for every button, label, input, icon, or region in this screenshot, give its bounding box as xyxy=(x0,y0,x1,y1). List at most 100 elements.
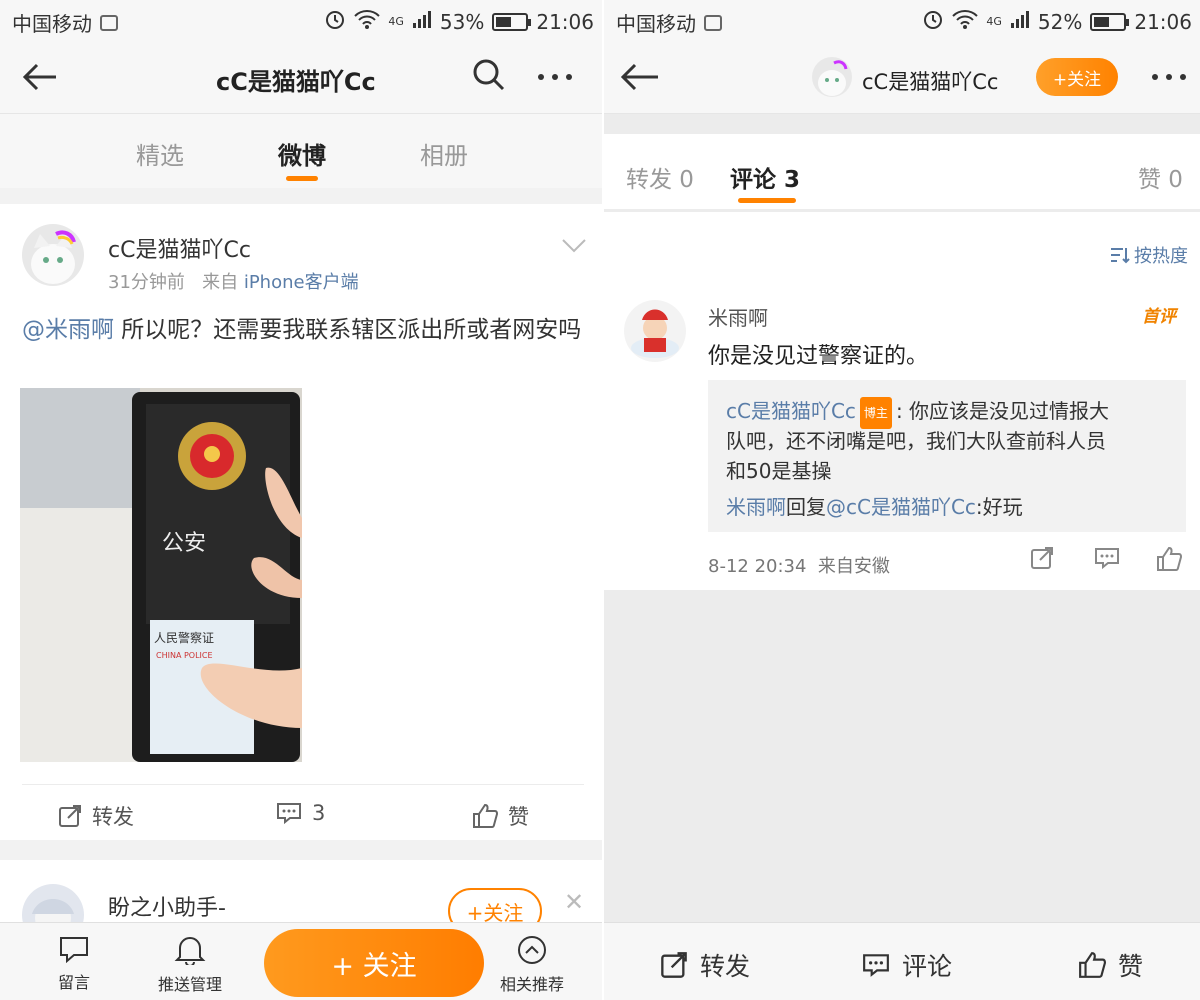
more-icon[interactable] xyxy=(538,74,572,80)
post-actions: 转发 3 赞 xyxy=(22,784,584,840)
like-button[interactable]: 赞 xyxy=(472,801,529,831)
comment-icon xyxy=(863,954,889,977)
sort-label: 按热度 xyxy=(1134,246,1188,267)
bottom-bar: 留言 推送管理 + 关注 相关推荐 xyxy=(0,922,602,1000)
page-title: cC是猫猫吖Cc xyxy=(216,68,376,96)
reply2-user[interactable]: 米雨啊 xyxy=(726,495,786,519)
search-icon[interactable] xyxy=(472,58,506,96)
card-sub-text: CHINA POLICE xyxy=(156,651,213,660)
comment-like-icon[interactable] xyxy=(1156,546,1183,576)
bell-icon xyxy=(174,937,206,965)
like-label: 赞 xyxy=(508,805,529,829)
message-label: 留言 xyxy=(58,973,91,992)
host-badge: 博主 xyxy=(859,396,892,429)
clock: 21:06 xyxy=(536,9,594,34)
comment-text: 你是没见过警察证的。 xyxy=(708,344,929,369)
share-icon xyxy=(661,952,687,978)
right-screen: 中国移动 4G 52% 21:06 cC是猫猫吖Cc +关注 转发 0 评论 3… xyxy=(604,0,1200,1000)
badge-text: 公安 xyxy=(162,531,206,556)
tab-comment[interactable]: 评论 3 xyxy=(730,160,800,194)
comment-count: 3 xyxy=(312,801,326,825)
reply-line-4: 米雨啊回复@cC是猫猫吖Cc:好玩 xyxy=(726,492,1166,522)
battery-icon xyxy=(492,12,532,31)
repost-button[interactable]: 转发 xyxy=(58,801,134,831)
message-icon xyxy=(60,937,88,963)
sim-icon xyxy=(100,14,118,31)
battery-icon xyxy=(1090,12,1130,31)
repost-button[interactable]: 转发 xyxy=(660,947,750,983)
reply2-mid: 回复 xyxy=(786,495,826,519)
tab-weibo[interactable]: 微博 xyxy=(278,136,326,171)
reply-thread[interactable]: cC是猫猫吖Cc 博主: 你应该是没见过情报大 队吧，还不闭嘴是吧，我们大队查前科… xyxy=(708,380,1186,532)
reply-author[interactable]: cC是猫猫吖Cc xyxy=(726,399,856,423)
sort-icon xyxy=(1111,248,1130,264)
commenter-avatar[interactable] xyxy=(624,300,686,362)
related-button[interactable]: 相关推荐 xyxy=(500,935,564,995)
active-tab-indicator xyxy=(738,198,796,203)
battery-percent: 53% xyxy=(439,9,485,34)
header-avatar[interactable] xyxy=(812,57,852,97)
header-follow-button[interactable]: +关注 xyxy=(1036,58,1118,96)
author-avatar[interactable] xyxy=(22,224,84,286)
push-label: 推送管理 xyxy=(158,975,223,994)
message-button[interactable]: 留言 xyxy=(58,935,90,993)
tab-album[interactable]: 相册 xyxy=(420,136,468,171)
share-icon xyxy=(59,805,81,827)
tab-repost[interactable]: 转发 0 xyxy=(626,160,694,194)
post-body: 所以呢？还需要我联系辖区派出所或者网安吗 xyxy=(114,317,582,343)
like-button[interactable]: 赞 xyxy=(1078,947,1143,983)
nav-bar: cC是猫猫吖Cc xyxy=(0,40,602,114)
post-card[interactable]: cC是猫猫吖Cc 31分钟前 来自 iPhone客户端 @米雨啊 所以呢？还需要… xyxy=(0,204,602,840)
comment-share-icon[interactable] xyxy=(1030,546,1054,574)
chevron-down-icon[interactable] xyxy=(562,238,586,257)
reply-text-1: : 你应该是没见过情报大 xyxy=(895,399,1110,423)
post-text: @米雨啊 所以呢？还需要我联系辖区派出所或者网安吗 xyxy=(22,312,582,348)
comment-meta: 8-12 20:34 来自安徽 xyxy=(708,552,890,578)
post-photo[interactable]: 公安 人民警察证 CHINA POLICE xyxy=(20,388,302,762)
page-title: cC是猫猫吖Cc xyxy=(862,70,999,94)
card-title-text: 人民警察证 xyxy=(154,630,214,645)
profile-tabs: 精选 微博 相册 xyxy=(0,114,602,188)
comment-reply-icon[interactable] xyxy=(1094,546,1120,574)
sim-icon xyxy=(704,14,722,31)
more-icon[interactable] xyxy=(1152,74,1186,80)
commenter-name[interactable]: 米雨啊 xyxy=(708,302,768,331)
reply2-text: :好玩 xyxy=(975,495,1023,519)
comment-button[interactable]: 3 xyxy=(276,801,325,825)
carrier-label: 中国移动 xyxy=(616,12,696,36)
alarm-icon xyxy=(324,8,346,35)
status-bar: 中国移动 4G 53% 21:06 xyxy=(0,0,602,40)
push-settings-button[interactable]: 推送管理 xyxy=(158,935,222,995)
wifi-icon xyxy=(354,9,381,34)
back-arrow-icon[interactable] xyxy=(22,62,58,92)
active-tab-indicator xyxy=(286,176,318,181)
post-meta: 31分钟前 来自 iPhone客户端 xyxy=(108,268,359,294)
tab-featured[interactable]: 精选 xyxy=(136,136,184,171)
comment-button[interactable]: 评论 xyxy=(862,947,952,983)
tab-like[interactable]: 赞 0 xyxy=(1138,160,1183,194)
left-screen: 中国移动 4G 53% 21:06 cC是猫猫吖Cc 精选 微博 相册 cC是猫… xyxy=(0,0,602,1000)
signal-icon xyxy=(412,9,432,34)
thumbs-up-icon xyxy=(1079,952,1106,978)
comment-label: 评论 xyxy=(902,952,953,981)
back-arrow-icon[interactable] xyxy=(620,62,658,92)
network-type: 4G xyxy=(388,15,404,28)
wifi-icon xyxy=(952,9,979,34)
reply-line-2: 队吧，还不闭嘴是吧，我们大队查前科人员 xyxy=(726,429,1106,453)
suggested-name[interactable]: 盼之小助手- xyxy=(108,890,226,922)
post-source[interactable]: iPhone客户端 xyxy=(244,272,359,293)
comment-icon xyxy=(277,803,301,825)
nav-bar: cC是猫猫吖Cc +关注 xyxy=(604,40,1200,114)
comment-list: 按热度 米雨啊 首评 你是没见过警察证的。 cC是猫猫吖Cc 博主: 你应该是没见… xyxy=(604,212,1200,590)
suggested-card[interactable]: 盼之小助手- +关注 ✕ xyxy=(0,860,602,946)
mention-link[interactable]: @米雨啊 xyxy=(22,317,114,343)
sort-button[interactable]: 按热度 xyxy=(1110,242,1188,268)
reply2-target[interactable]: @cC是猫猫吖Cc xyxy=(826,495,976,519)
follow-button[interactable]: + 关注 xyxy=(264,929,484,997)
battery-percent: 52% xyxy=(1037,9,1083,34)
repost-label: 转发 xyxy=(700,952,751,981)
close-icon[interactable]: ✕ xyxy=(564,888,584,916)
author-name[interactable]: cC是猫猫吖Cc xyxy=(108,232,251,264)
like-label: 赞 xyxy=(1118,952,1144,981)
related-label: 相关推荐 xyxy=(500,975,565,994)
